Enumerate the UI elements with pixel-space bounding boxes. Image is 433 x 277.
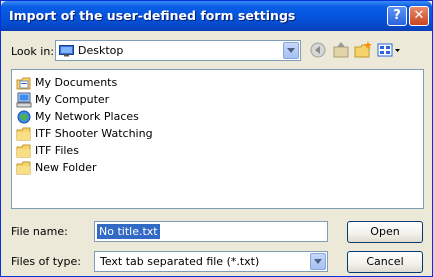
desktop-icon (59, 45, 74, 57)
list-item-label: My Documents (35, 76, 118, 89)
look-in-value: Desktop (78, 44, 124, 57)
folder-icon (16, 161, 31, 175)
up-folder-icon[interactable] (331, 40, 351, 60)
look-in-label: Look in: (11, 45, 54, 58)
network-places-icon (17, 110, 31, 124)
view-menu-icon[interactable] (376, 40, 402, 60)
open-file-dialog: Import of the user-defined form settings… (0, 0, 433, 277)
dialog-title: Import of the user-defined form settings (9, 8, 296, 23)
file-list[interactable]: My Documents My Computer My Network Plac… (11, 69, 424, 209)
folder-icon (16, 127, 31, 141)
list-item-label: My Computer (35, 93, 110, 106)
file-name-input[interactable]: No title.txt (94, 221, 328, 242)
look-in-dropdown-button[interactable] (283, 42, 299, 59)
help-button[interactable]: ? (387, 6, 407, 26)
title-bar[interactable]: Import of the user-defined form settings… (1, 1, 432, 31)
file-type-label: Files of type: (11, 255, 82, 268)
file-name-value: No title.txt (97, 224, 160, 239)
look-in-dropdown[interactable]: Desktop (55, 40, 301, 61)
list-item-label: ITF Files (35, 144, 79, 157)
file-name-label: File name: (11, 225, 68, 238)
file-type-dropdown-button[interactable] (310, 253, 326, 270)
chevron-down-icon (314, 259, 322, 264)
chevron-down-icon (287, 48, 295, 53)
cancel-button[interactable]: Cancel (347, 251, 423, 273)
list-item-label: New Folder (35, 161, 97, 174)
new-folder-icon[interactable] (353, 40, 373, 60)
list-item-label: ITF Shooter Watching (35, 127, 153, 140)
file-type-dropdown[interactable]: Text tab separated file (*.txt) (94, 251, 328, 272)
folder-icon (16, 144, 31, 158)
close-button[interactable]: ✕ (409, 6, 429, 26)
my-documents-icon (16, 77, 31, 90)
back-icon[interactable] (308, 40, 328, 60)
open-button[interactable]: Open (347, 221, 423, 243)
my-computer-icon (16, 92, 32, 108)
file-type-value: Text tab separated file (*.txt) (100, 255, 260, 268)
list-item-label: My Network Places (35, 110, 139, 123)
